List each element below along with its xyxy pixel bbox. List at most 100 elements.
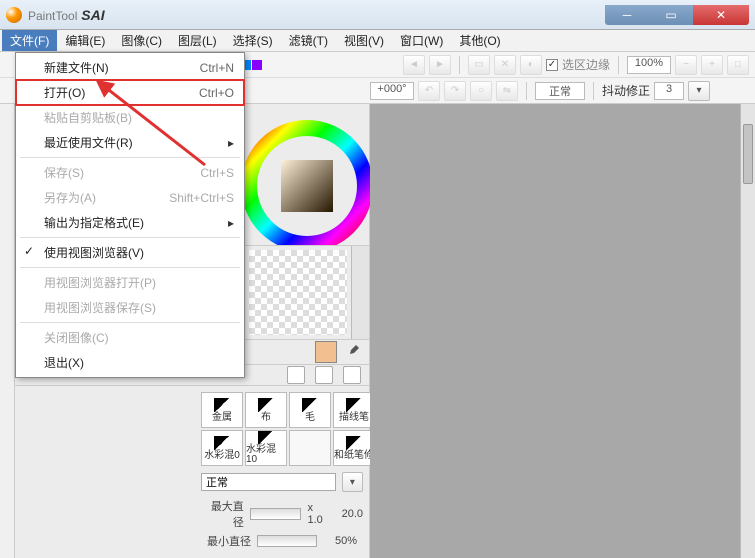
- sel-edge-checkbox[interactable]: ✓: [546, 59, 558, 71]
- menu-layer[interactable]: 图层(L): [170, 30, 225, 51]
- param-max-size-value: 20.0: [334, 508, 363, 520]
- brush-icon: [258, 431, 274, 444]
- zoom-out-button[interactable]: −: [675, 55, 697, 75]
- param-min-size-slider[interactable]: [257, 535, 317, 547]
- app-title: PaintTool SAI: [28, 7, 105, 23]
- zoom-in-button[interactable]: +: [701, 55, 723, 75]
- tool-brush-icon[interactable]: [315, 366, 333, 384]
- param-row: 最大直径 x 1.0 20.0: [201, 498, 363, 530]
- brush-cell[interactable]: 水彩混0: [201, 430, 243, 466]
- sel-invert-button[interactable]: ◐: [520, 55, 542, 75]
- canvas-area[interactable]: [370, 104, 755, 558]
- menu-edit[interactable]: 编辑(E): [57, 30, 113, 51]
- file-export[interactable]: 输出为指定格式(E) ▸: [16, 210, 244, 235]
- file-menu-dropdown: 新建文件(N) Ctrl+N 打开(O) Ctrl+O 粘贴自剪贴板(B) 最近…: [15, 52, 245, 378]
- menu-window[interactable]: 窗口(W): [392, 30, 451, 51]
- submenu-arrow-icon: ▸: [228, 216, 234, 230]
- file-paste-new: 粘贴自剪贴板(B): [16, 105, 244, 130]
- stabilizer-misc-button[interactable]: ▾: [688, 81, 710, 101]
- file-viewer-label: 使用视图浏览器(V): [44, 244, 144, 261]
- maximize-button[interactable]: ▭: [649, 5, 693, 25]
- param-min-size-value: 50%: [323, 535, 357, 547]
- foreground-color-swatch[interactable]: [315, 341, 337, 363]
- minimize-button[interactable]: ─: [605, 5, 649, 25]
- menu-other[interactable]: 其他(O): [451, 30, 508, 51]
- eyedropper-icon[interactable]: [345, 344, 361, 360]
- sel-clear-button[interactable]: ✕: [494, 55, 516, 75]
- brush-cell[interactable]: 金属: [201, 392, 243, 428]
- brush-cell[interactable]: 毛: [289, 392, 331, 428]
- brush-cell[interactable]: 和纸笔修: [333, 430, 375, 466]
- left-gutter: [0, 104, 15, 558]
- close-button[interactable]: ✕: [693, 5, 749, 25]
- file-open[interactable]: 打开(O) Ctrl+O: [16, 80, 244, 105]
- rotate-reset-button[interactable]: ○: [470, 81, 492, 101]
- file-close-label: 关闭图像(C): [44, 329, 109, 346]
- rotate-cw-button[interactable]: ↷: [444, 81, 466, 101]
- brush-icon: [346, 436, 362, 450]
- file-open-shortcut: Ctrl+O: [199, 86, 234, 100]
- menu-view[interactable]: 视图(V): [336, 30, 392, 51]
- file-close-image: 关闭图像(C): [16, 325, 244, 350]
- sel-edge-label: 选区边缘: [562, 56, 610, 73]
- toolbar-separator: [459, 56, 460, 74]
- brush-cell-empty[interactable]: [289, 430, 331, 466]
- brush-panel: 金属 布 毛 描线笔 水彩混0 水彩混10 和纸笔修 正常 ▾ 最大直径 x 1…: [15, 385, 369, 558]
- menu-select[interactable]: 选择(S): [225, 30, 281, 51]
- brush-name: 毛: [305, 413, 315, 423]
- brush-mode-select[interactable]: 正常: [201, 473, 336, 491]
- brush-name: 水彩混10: [246, 445, 286, 465]
- file-viewer-open-label: 用视图浏览器打开(P): [44, 274, 156, 291]
- param-max-size-label: 最大直径: [201, 498, 244, 530]
- param-min-size-label: 最小直径: [201, 533, 251, 549]
- window-buttons: ─ ▭ ✕: [605, 5, 749, 25]
- vertical-scrollbar[interactable]: [740, 104, 755, 558]
- sel-rect-button[interactable]: ▭: [468, 55, 490, 75]
- file-viewer-save-label: 用视图浏览器保存(S): [44, 299, 156, 316]
- tool-eraser-icon[interactable]: [343, 366, 361, 384]
- brush-cell[interactable]: 描线笔: [333, 392, 375, 428]
- texture-grid[interactable]: [249, 250, 347, 335]
- menu-bar: 文件(F) 编辑(E) 图像(C) 图层(L) 选择(S) 滤镜(T) 视图(V…: [0, 30, 755, 52]
- file-viewer-toggle[interactable]: ✓ 使用视图浏览器(V): [16, 240, 244, 265]
- menu-filter[interactable]: 滤镜(T): [281, 30, 336, 51]
- stabilizer-field[interactable]: 3: [654, 82, 684, 100]
- nav-next-button[interactable]: ►: [429, 55, 451, 75]
- zoom-fit-button[interactable]: □: [727, 55, 749, 75]
- file-new[interactable]: 新建文件(N) Ctrl+N: [16, 55, 244, 80]
- texture-scrollbar[interactable]: [351, 246, 369, 339]
- brush-name: 金属: [212, 413, 232, 423]
- file-export-label: 输出为指定格式(E): [44, 214, 144, 231]
- stabilizer-label: 抖动修正: [602, 82, 650, 99]
- title-bar: PaintTool SAI ─ ▭ ✕: [0, 0, 755, 30]
- file-exit[interactable]: 退出(X): [16, 350, 244, 375]
- brush-name: 水彩混0: [204, 451, 240, 461]
- file-recent[interactable]: 最近使用文件(R) ▸: [16, 130, 244, 155]
- param-max-size-slider[interactable]: [250, 508, 302, 520]
- rotate-ccw-button[interactable]: ↶: [418, 81, 440, 101]
- param-row: 最小直径 50%: [201, 533, 363, 549]
- brush-name: 和纸笔修: [334, 451, 374, 461]
- file-save-label: 保存(S): [44, 164, 84, 181]
- brush-cell[interactable]: 水彩混10: [245, 430, 287, 466]
- swatch[interactable]: [252, 60, 262, 70]
- brush-mode-menu-button[interactable]: ▾: [342, 472, 363, 492]
- check-icon: ✓: [24, 244, 34, 258]
- zoom-field[interactable]: 100%: [627, 56, 671, 74]
- menu-image[interactable]: 图像(C): [113, 30, 170, 51]
- menu-separator: [20, 322, 240, 323]
- blend-mode-field[interactable]: 正常: [535, 82, 585, 100]
- scrollbar-thumb[interactable]: [743, 124, 753, 184]
- file-save-shortcut: Ctrl+S: [200, 166, 234, 180]
- app-logo-icon: [6, 7, 22, 23]
- flip-h-button[interactable]: ⇋: [496, 81, 518, 101]
- menu-file[interactable]: 文件(F): [2, 30, 57, 51]
- menu-separator: [20, 157, 240, 158]
- nav-prev-button[interactable]: ◄: [403, 55, 425, 75]
- angle-field[interactable]: +000°: [370, 82, 414, 100]
- tool-select-icon[interactable]: [287, 366, 305, 384]
- brush-cell[interactable]: 布: [245, 392, 287, 428]
- toolbar-separator: [593, 82, 594, 100]
- brush-icon: [302, 398, 318, 412]
- brush-icon: [214, 436, 230, 450]
